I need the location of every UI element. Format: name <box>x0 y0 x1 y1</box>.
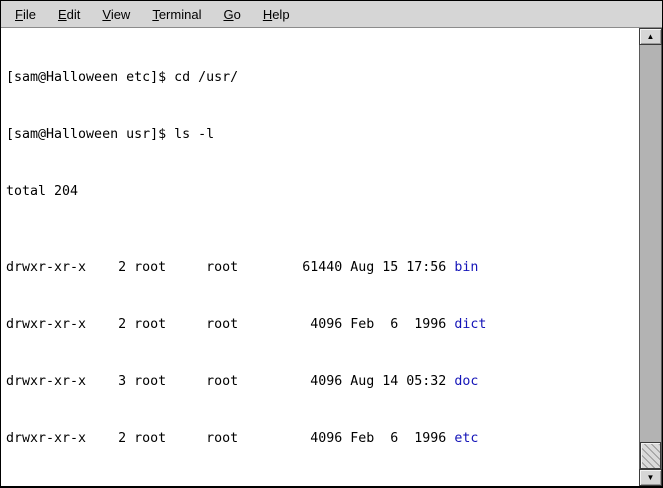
scrollbar-thumb[interactable] <box>640 442 661 469</box>
file-attrs: drwxr-xr-x 2 root root 61440 Aug 15 17:5… <box>6 260 454 275</box>
terminal-line: [sam@Halloween etc]$ cd /usr/ <box>6 68 639 87</box>
menu-item-file[interactable]: File <box>11 5 40 24</box>
scrollbar: ▲ ▼ <box>639 28 662 486</box>
menu-item-view[interactable]: View <box>98 5 134 24</box>
file-name: dict <box>454 317 486 332</box>
file-name: etc <box>454 431 478 446</box>
file-attrs: drwxr-xr-x 2 root root 4096 Feb 6 1996 <box>6 431 454 446</box>
scroll-up-icon: ▲ <box>647 33 655 41</box>
scroll-down-button[interactable]: ▼ <box>639 469 662 486</box>
command-text: [sam@Halloween etc]$ cd /usr/ <box>6 70 238 85</box>
terminal-window: File Edit View Terminal Go Help [sam@Hal… <box>0 0 663 488</box>
menu-item-edit[interactable]: Edit <box>54 5 84 24</box>
file-name: bin <box>454 260 478 275</box>
terminal-line: drwxr-xr-x 2 root root 4096 Feb 6 1996 d… <box>6 315 639 334</box>
scroll-up-button[interactable]: ▲ <box>639 28 662 45</box>
menu-item-go[interactable]: Go <box>219 5 244 24</box>
window-content: [sam@Halloween etc]$ cd /usr/ [sam@Hallo… <box>1 28 662 486</box>
output-text: total 204 <box>6 184 78 199</box>
terminal-line: drwxr-xr-x 3 root root 4096 Aug 14 05:32… <box>6 372 639 391</box>
file-attrs: drwxr-xr-x 2 root root 4096 Feb 6 1996 <box>6 317 454 332</box>
terminal-line: [sam@Halloween usr]$ ls -l <box>6 125 639 144</box>
scrollbar-trough[interactable] <box>639 45 662 469</box>
terminal-screen[interactable]: [sam@Halloween etc]$ cd /usr/ [sam@Hallo… <box>1 28 639 486</box>
menu-item-help[interactable]: Help <box>259 5 294 24</box>
file-attrs: drwxr-xr-x 3 root root 4096 Aug 14 05:32 <box>6 374 454 389</box>
terminal-line: drwxr-xr-x 2 root root 61440 Aug 15 17:5… <box>6 258 639 277</box>
terminal-line: total 204 <box>6 182 639 201</box>
terminal-line: drwxr-xr-x 2 root root 4096 Feb 6 1996 e… <box>6 429 639 448</box>
file-name: doc <box>454 374 478 389</box>
menu-bar: File Edit View Terminal Go Help <box>1 1 662 28</box>
command-text: [sam@Halloween usr]$ ls -l <box>6 127 214 142</box>
menu-item-terminal[interactable]: Terminal <box>148 5 205 24</box>
scroll-down-icon: ▼ <box>647 474 655 482</box>
